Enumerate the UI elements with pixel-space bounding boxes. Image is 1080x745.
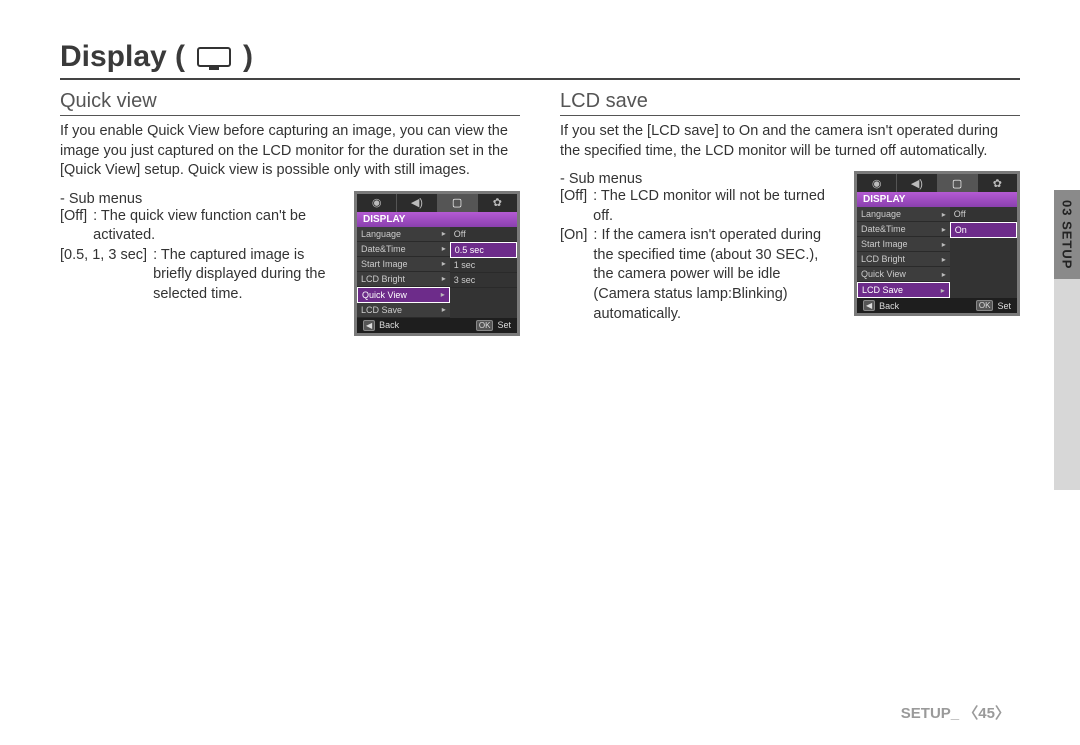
lcd-right-list: Off 0.5 sec 1 sec 3 sec — [450, 227, 517, 318]
lcd-left-list: Language▸ Date&Time▸ Start Image▸ LCD Br… — [857, 207, 950, 298]
lcd-screenshot-lcd-save: ◉ ◀) ▢ ✿ DISPLAY Language▸ Date&Time▸ St… — [854, 171, 1020, 316]
lcd-save-submenus: - Sub menus [Off] : The LCD monitor will… — [560, 171, 836, 324]
display-icon: ▢ — [438, 194, 478, 212]
camera-icon: ◉ — [357, 194, 397, 212]
lcd-left-item-selected: LCD Save▸ — [857, 282, 950, 298]
lcd-menu-title: DISPLAY — [857, 192, 1017, 207]
lcd-left-item: Date&Time▸ — [357, 242, 450, 257]
submenus-label: - Sub menus — [560, 171, 836, 187]
setup-icon: ✿ — [978, 174, 1017, 192]
back-label: Back — [879, 301, 899, 311]
submenu-key: [Off] — [560, 187, 587, 207]
lcd-left-item: LCD Bright▸ — [857, 252, 950, 267]
lcd-footer: ◀ Back OKSet — [857, 298, 1017, 313]
lcd-left-item: LCD Save▸ — [357, 303, 450, 318]
side-thumb-tab: 03 SETUP — [1054, 190, 1080, 490]
lcd-save-paragraph: If you set the [LCD save] to On and the … — [560, 122, 1020, 161]
lcd-left-item: LCD Bright▸ — [357, 272, 450, 287]
ok-key-icon: OK — [976, 300, 994, 311]
submenu-item: [Off] : The LCD monitor will not be turn… — [560, 187, 836, 226]
title-prefix: Display ( — [60, 40, 185, 74]
submenu-value: : The LCD monitor will not be turned off… — [593, 187, 836, 226]
subheading-quick-view: Quick view — [60, 90, 520, 116]
submenu-value: : The quick view function can't be activ… — [93, 207, 336, 246]
quick-view-paragraph: If you enable Quick View before capturin… — [60, 122, 520, 181]
side-tab-faded — [1054, 279, 1080, 490]
column-quick-view: Quick view If you enable Quick View befo… — [60, 90, 520, 336]
lcd-right-item-selected: 0.5 sec — [450, 242, 517, 258]
lcd-screenshot-quick-view: ◉ ◀) ▢ ✿ DISPLAY Language▸ Date&Time▸ St… — [354, 191, 520, 336]
manual-page: Display ( ) Quick view If you enable Qui… — [0, 0, 1080, 745]
lcd-right-list: Off On — [950, 207, 1017, 298]
lcd-menu-title: DISPLAY — [357, 212, 517, 227]
set-label: Set — [497, 320, 511, 330]
submenu-item: [0.5, 1, 3 sec] : The captured image is … — [60, 246, 336, 305]
subheading-lcd-save: LCD save — [560, 90, 1020, 116]
submenu-key: [On] — [560, 226, 587, 246]
lcd-right-item: Off — [950, 207, 1017, 222]
camera-icon: ◉ — [857, 174, 897, 192]
sound-icon: ◀) — [397, 194, 437, 212]
lcd-left-item: Start Image▸ — [857, 237, 950, 252]
back-key-icon: ◀ — [863, 300, 875, 311]
title-suffix: ) — [243, 40, 253, 74]
lcd-left-item: Start Image▸ — [357, 257, 450, 272]
side-tab-label: 03 SETUP — [1054, 190, 1080, 279]
lcd-left-item: Language▸ — [357, 227, 450, 242]
lcd-right-item: 1 sec — [450, 258, 517, 273]
lcd-left-list: Language▸ Date&Time▸ Start Image▸ LCD Br… — [357, 227, 450, 318]
submenu-key: [0.5, 1, 3 sec] — [60, 246, 147, 266]
lcd-right-item-selected: On — [950, 222, 1017, 238]
submenu-value: : If the camera isn't operated during th… — [593, 226, 836, 324]
back-label: Back — [379, 320, 399, 330]
set-label: Set — [997, 301, 1011, 311]
page-title: Display ( ) — [60, 40, 1020, 80]
submenu-value: : The captured image is briefly displaye… — [153, 246, 336, 305]
column-lcd-save: LCD save If you set the [LCD save] to On… — [560, 90, 1020, 336]
lcd-footer: ◀ Back OKSet — [357, 318, 517, 333]
back-key-icon: ◀ — [363, 320, 375, 331]
ok-key-icon: OK — [476, 320, 494, 331]
lcd-right-item: Off — [450, 227, 517, 242]
lcd-left-item: Quick View▸ — [857, 267, 950, 282]
sound-icon: ◀) — [897, 174, 937, 192]
display-icon: ▢ — [938, 174, 978, 192]
submenu-item: [Off] : The quick view function can't be… — [60, 207, 336, 246]
lcd-right-item: 3 sec — [450, 273, 517, 288]
display-icon — [197, 41, 231, 73]
page-footer-label: SETUP_ 〈45〉 — [901, 702, 1010, 723]
setup-icon: ✿ — [478, 194, 517, 212]
submenu-item: [On] : If the camera isn't operated duri… — [560, 226, 836, 324]
lcd-left-item: Date&Time▸ — [857, 222, 950, 237]
lcd-left-item: Language▸ — [857, 207, 950, 222]
submenus-label: - Sub menus — [60, 191, 336, 207]
submenu-key: [Off] — [60, 207, 87, 227]
content-columns: Quick view If you enable Quick View befo… — [60, 90, 1020, 336]
quick-view-submenus: - Sub menus [Off] : The quick view funct… — [60, 191, 336, 305]
lcd-left-item-selected: Quick View▸ — [357, 287, 450, 303]
